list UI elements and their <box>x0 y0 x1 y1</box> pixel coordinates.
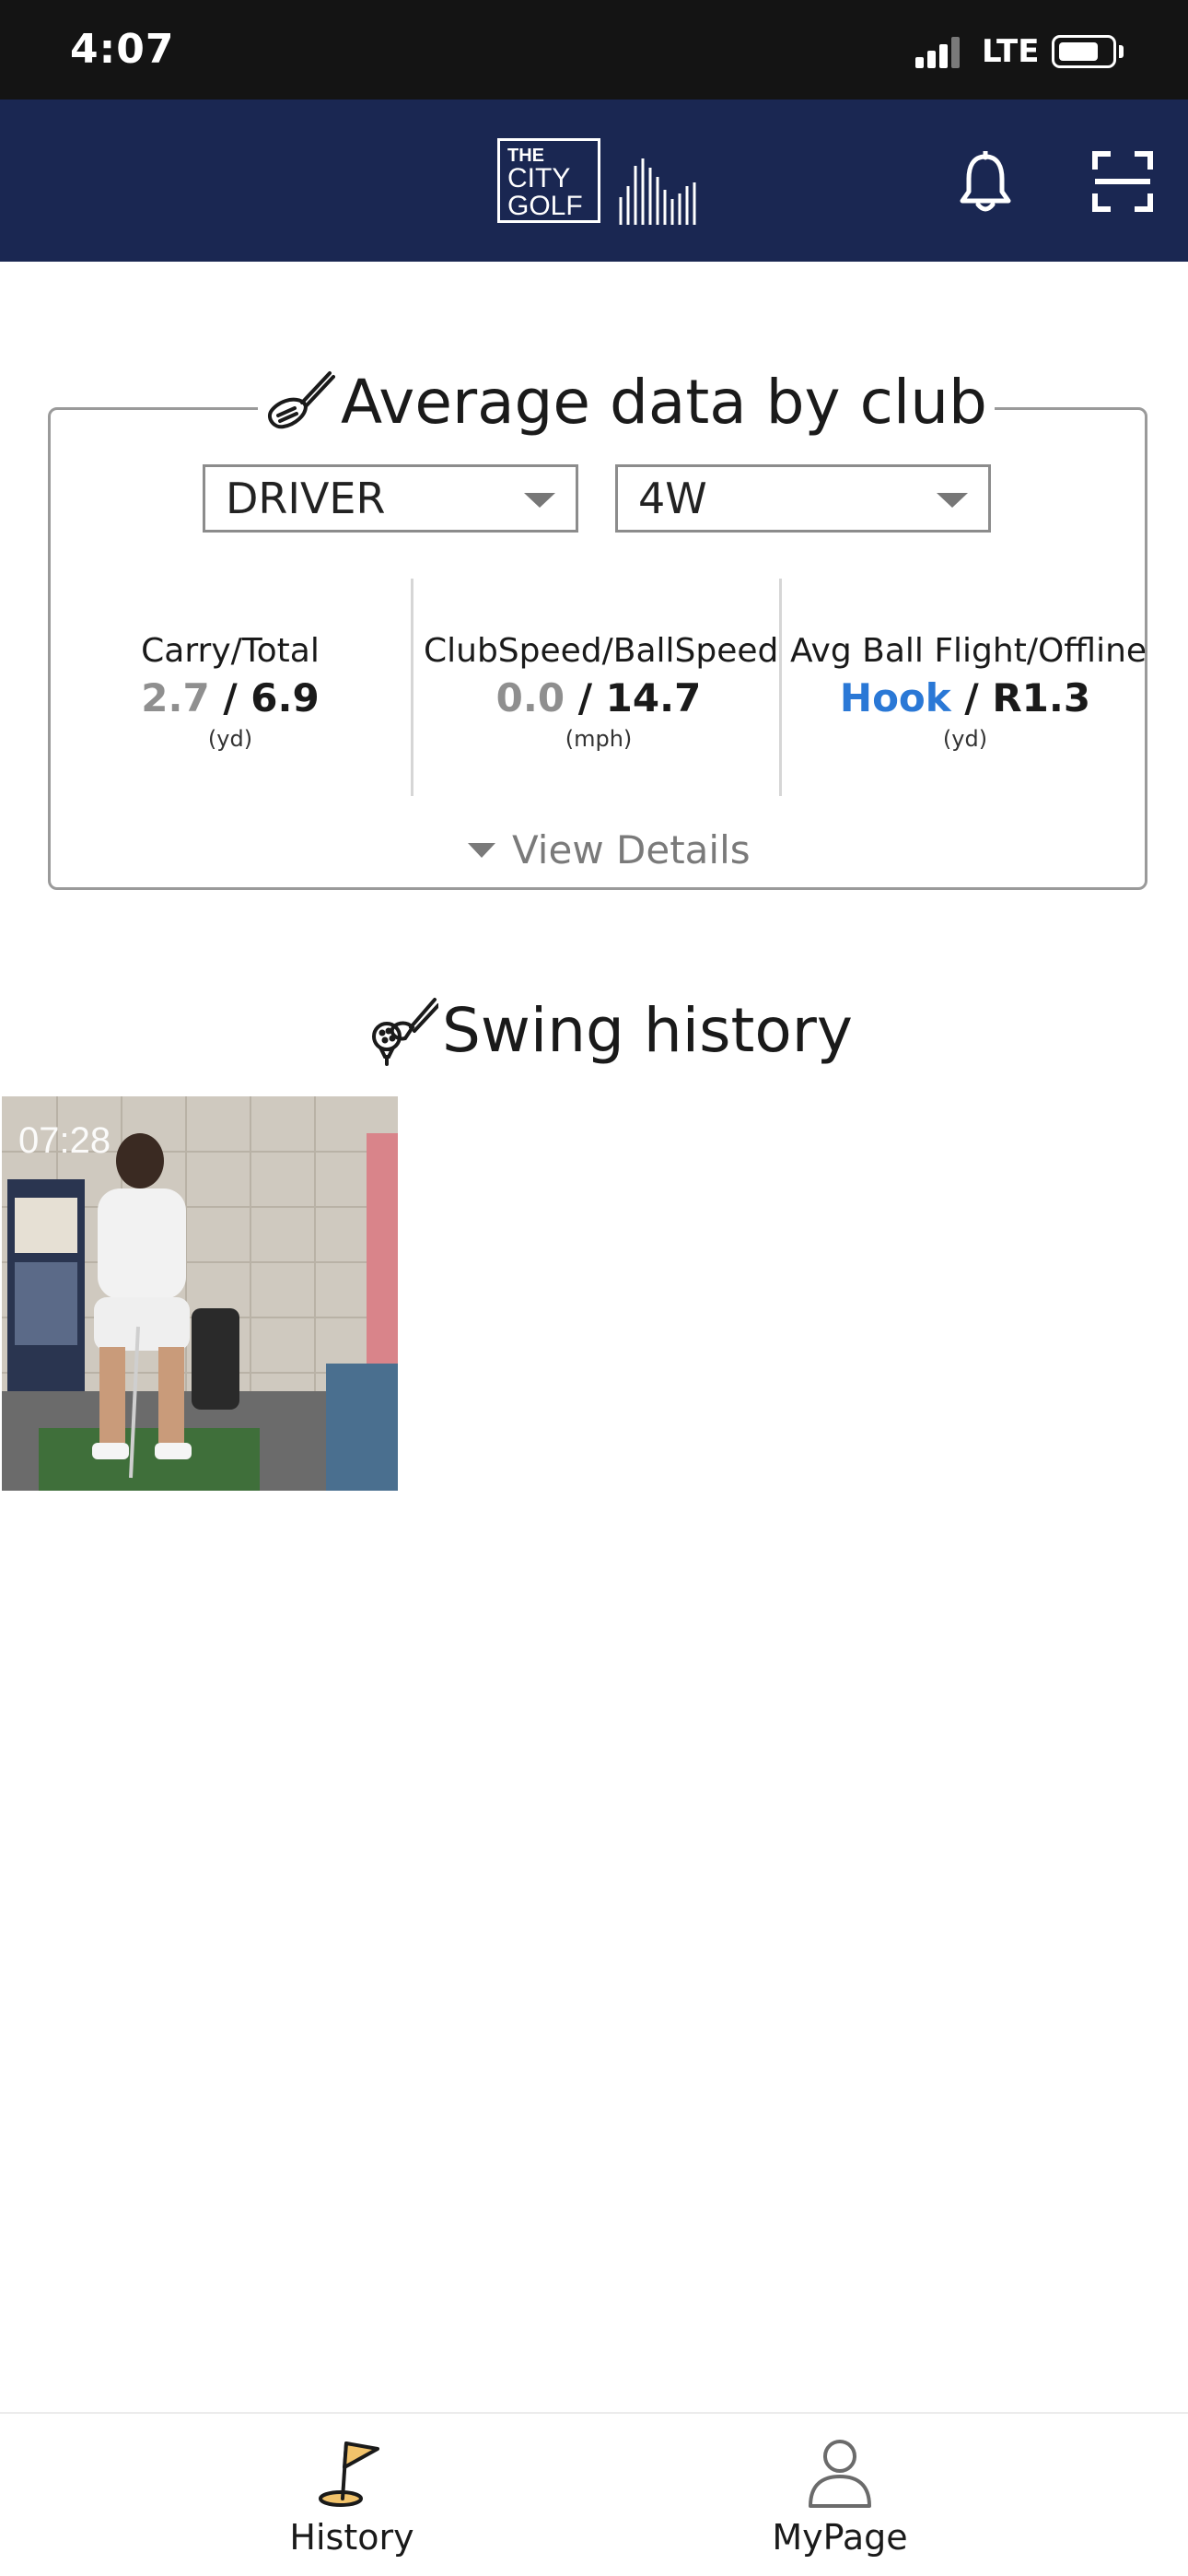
view-details-button[interactable]: View Details <box>468 827 751 872</box>
stat-value-b: R1.3 <box>992 675 1091 720</box>
swing-video-thumbnail[interactable]: 07:28 <box>2 1096 398 1491</box>
stat-value: Hook / R1.3 <box>790 675 1140 720</box>
stat-ball-flight-offline: Avg Ball Flight/Offline Hook / R1.3 (yd) <box>790 632 1147 752</box>
stat-divider <box>411 579 413 796</box>
club-select-primary[interactable]: DRIVER <box>203 464 578 533</box>
nav-label-history: History <box>289 2517 414 2558</box>
average-data-title: Average data by club <box>258 361 995 442</box>
stat-value-b: 14.7 <box>605 675 702 720</box>
logo-wordmark: THE CITY GOLF <box>497 138 600 223</box>
chevron-down-icon <box>937 493 968 508</box>
city-golf-logo: THE CITY GOLF <box>497 138 700 227</box>
club-select-primary-value: DRIVER <box>226 474 386 523</box>
golf-swing-icon <box>372 997 438 1066</box>
view-details-label: View Details <box>512 827 751 872</box>
stat-label: Carry/Total <box>141 632 320 670</box>
club-select-secondary-value: 4W <box>638 474 707 523</box>
stat-unit: (yd) <box>207 726 253 752</box>
swing-history-heading: Swing history <box>442 995 853 1066</box>
nav-item-history[interactable]: History <box>232 2436 472 2558</box>
club-select-secondary[interactable]: 4W <box>615 464 991 533</box>
swing-history-title: Swing history <box>368 995 853 1066</box>
stat-value: 2.7 / 6.9 <box>92 675 368 720</box>
stat-label: Avg Ball Flight/Offline <box>790 632 1147 670</box>
triangle-down-icon <box>468 842 495 858</box>
golf-club-icon <box>268 371 335 429</box>
swing-timestamp: 07:28 <box>18 1120 111 1161</box>
stat-value-a: 0.0 <box>495 675 565 720</box>
stat-unit: (mph) <box>565 726 633 752</box>
qr-scan-icon[interactable] <box>1092 151 1153 212</box>
signal-icon <box>915 37 960 68</box>
status-bar: 4:07 LTE <box>0 0 1188 100</box>
chevron-down-icon <box>524 493 555 508</box>
city-skyline-icon <box>619 158 696 225</box>
stat-value-a: Hook <box>839 675 951 720</box>
logo-line-3: GOLF <box>507 191 583 221</box>
stat-value-b: 6.9 <box>250 675 320 720</box>
stat-value: 0.0 / 14.7 <box>424 675 774 720</box>
stat-unit: (yd) <box>942 726 988 752</box>
stat-separator: / <box>577 675 606 720</box>
notification-bell-icon[interactable] <box>958 151 1013 214</box>
logo-line-2: CITY <box>507 163 571 193</box>
status-time: 4:07 <box>70 26 175 73</box>
stat-carry-total: Carry/Total 2.7 / 6.9 (yd) <box>92 632 368 752</box>
battery-nub <box>1119 45 1124 58</box>
golf-flag-icon <box>319 2441 379 2507</box>
person-icon <box>809 2440 871 2508</box>
stat-divider <box>779 579 782 796</box>
app-header: THE CITY GOLF <box>0 100 1188 262</box>
bottom-navigation: History MyPage <box>0 2412 1188 2576</box>
stat-club-ball-speed: ClubSpeed/BallSpeed 0.0 / 14.7 (mph) <box>424 632 779 752</box>
stat-separator: / <box>223 675 251 720</box>
stat-value-a: 2.7 <box>141 675 210 720</box>
nav-label-mypage: MyPage <box>772 2517 908 2558</box>
average-data-heading: Average data by club <box>341 366 987 438</box>
logo-line-1: THE <box>507 146 544 166</box>
stat-separator: / <box>964 675 993 720</box>
network-type: LTE <box>982 33 1040 70</box>
stat-label: ClubSpeed/BallSpeed <box>424 632 779 670</box>
battery-icon <box>1052 35 1116 68</box>
nav-item-mypage[interactable]: MyPage <box>720 2436 960 2558</box>
